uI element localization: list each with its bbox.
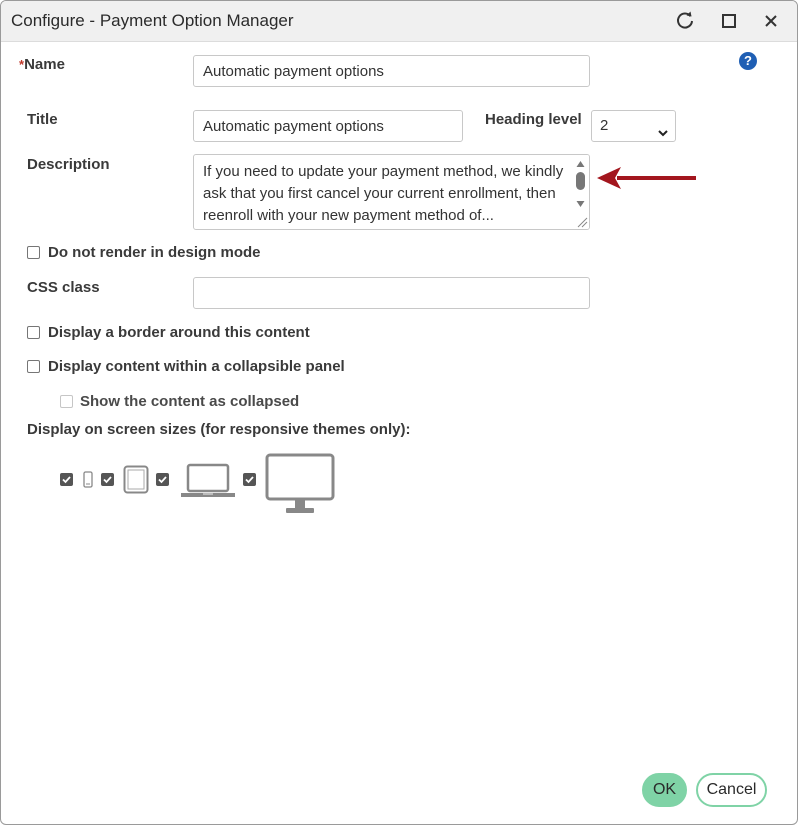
annotation-arrow-icon — [597, 167, 696, 189]
description-scrollbar[interactable] — [572, 155, 589, 229]
ok-button[interactable]: OK — [642, 773, 687, 807]
maximize-icon[interactable] — [717, 9, 741, 33]
cancel-button[interactable]: Cancel — [696, 773, 767, 807]
dialog-title: Configure - Payment Option Manager — [11, 11, 294, 30]
name-label: *Name — [19, 56, 65, 73]
css-class-label: CSS class — [27, 279, 100, 296]
name-input[interactable] — [193, 55, 590, 87]
name-label-text: Name — [24, 56, 65, 73]
close-icon[interactable] — [759, 9, 783, 33]
heading-level-select[interactable]: 2 — [591, 110, 676, 142]
do-not-render-label: Do not render in design mode — [48, 244, 261, 261]
screen-sizes-label: Display on screen sizes (for responsive … — [27, 421, 411, 438]
desktop-icon — [265, 453, 335, 513]
chevron-down-icon — [657, 120, 669, 150]
help-icon[interactable]: ? — [739, 52, 757, 70]
description-label: Description — [27, 156, 110, 173]
collapsible-panel-label: Display content within a collapsible pan… — [48, 358, 345, 375]
tablet-checkbox[interactable] — [101, 473, 114, 486]
title-bar: Configure - Payment Option Manager — [1, 1, 797, 42]
display-border-label: Display a border around this content — [48, 324, 310, 341]
title-input[interactable] — [193, 110, 463, 142]
description-textarea[interactable]: If you need to update your payment metho… — [193, 154, 590, 230]
heading-level-value: 2 — [600, 117, 609, 134]
configure-dialog: Configure - Payment Option Manager ? *Na… — [0, 0, 798, 825]
heading-level-label: Heading level — [485, 111, 582, 128]
show-collapsed-label: Show the content as collapsed — [80, 393, 300, 410]
display-border-checkbox[interactable] — [27, 326, 40, 339]
tablet-icon — [123, 465, 149, 494]
refresh-icon[interactable] — [673, 9, 697, 33]
title-label: Title — [27, 111, 58, 128]
desktop-checkbox[interactable] — [243, 473, 256, 486]
laptop-icon — [181, 463, 235, 497]
show-collapsed-checkbox — [60, 395, 73, 408]
css-class-input[interactable] — [193, 277, 590, 309]
collapsible-panel-checkbox[interactable] — [27, 360, 40, 373]
phone-icon — [83, 471, 93, 488]
do-not-render-checkbox[interactable] — [27, 246, 40, 259]
laptop-checkbox[interactable] — [156, 473, 169, 486]
description-text: If you need to update your payment metho… — [203, 163, 564, 224]
phone-checkbox[interactable] — [60, 473, 73, 486]
